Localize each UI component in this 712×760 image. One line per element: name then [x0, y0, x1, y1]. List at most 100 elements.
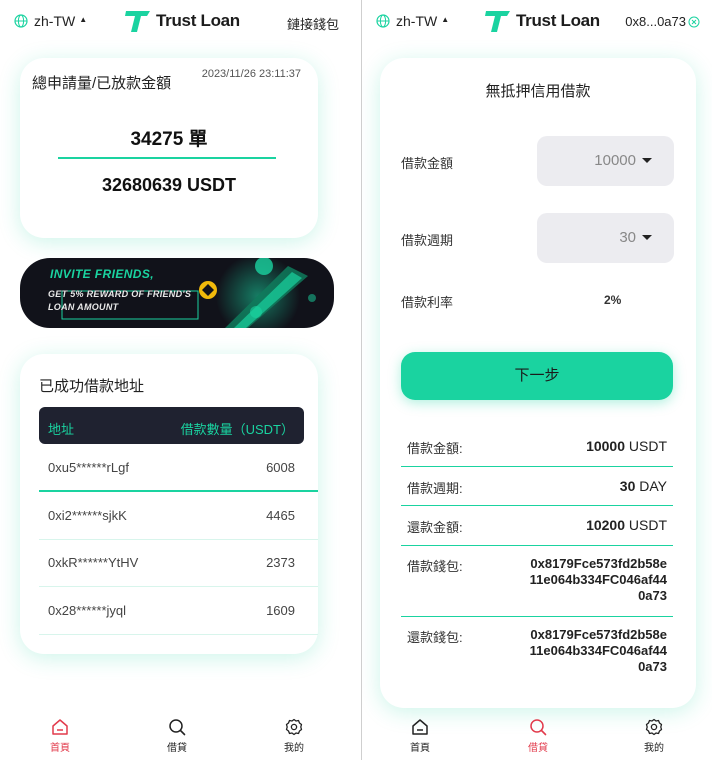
search-icon [169, 719, 186, 736]
language-selector[interactable]: zh-TW ▲ [14, 13, 87, 29]
logo-text: Trust Loan [516, 11, 600, 30]
interest-rate-label: 借款利率 [401, 295, 454, 310]
gear-icon [645, 718, 663, 736]
loan-form-card: 無抵押信用借款 借款金額 10000 借款週期 30 借款利率 2% 下一步 借… [380, 58, 696, 708]
banner-subtext-line2: LOAN AMOUNT [48, 302, 119, 312]
home-icon [52, 719, 68, 735]
borrowers-title: 已成功借款地址 [39, 378, 145, 395]
summary-row-amount: 借款金額: 10000 USDT [401, 438, 673, 467]
borrow-wallet-label: 借款錢包: [407, 559, 463, 574]
borrowers-card: 已成功借款地址 地址 借款數量（USDT） 0xu5******rLgf 600… [20, 354, 318, 654]
table-row: 0x28******jyql 1609 [39, 587, 318, 635]
banner-subtext: GET 5% REWARD OF FRIEND'S LOAN AMOUNT [48, 288, 191, 314]
logo-mark-icon [125, 11, 150, 32]
total-loan-amount: 32680639 USDT [101, 175, 237, 195]
nav-loan[interactable]: 借貸 [508, 718, 568, 754]
loan-amount-select[interactable]: 10000 [537, 136, 674, 186]
next-step-button[interactable]: 下一步 [401, 352, 673, 400]
wallet-address: 0x8...0a73 [625, 14, 686, 29]
summary-repay-unit: USDT [625, 517, 667, 533]
stats-divider [58, 157, 276, 159]
row-address: 0x28******jyql [48, 603, 127, 618]
nav-profile[interactable]: 我的 [624, 718, 684, 754]
summary-divider [401, 505, 673, 506]
repay-wallet-label: 還款錢包: [407, 630, 463, 645]
table-row: 0xi2******sjkK 4465 [39, 492, 318, 540]
summary-amount-label: 借款金額: [407, 441, 463, 456]
row-address: 0xkR******YtHV [48, 555, 139, 570]
invite-banner[interactable]: INVITE FRIENDS, GET 5% REWARD OF FRIEND'… [20, 258, 334, 328]
brand-logo: Trust Loan [124, 8, 240, 34]
nav-home-label: 首頁 [410, 743, 430, 754]
row-amount: 2373 [266, 555, 295, 570]
wallet-address-button[interactable]: 0x8...0a73 [625, 14, 700, 29]
loan-amount-label: 借款金額 [401, 156, 454, 171]
top-bar: zh-TW ▲ Trust Loan 0x8...0a73 [362, 0, 712, 44]
summary-row-repay: 還款金額: 10200 USDT [401, 517, 673, 546]
nav-loan-label: 借貸 [528, 743, 548, 754]
loan-screen: zh-TW ▲ Trust Loan 0x8...0a73 無抵押信用借款 借款… [362, 0, 712, 760]
loan-form-title: 無抵押信用借款 [485, 83, 591, 100]
stats-card: 總申請量/已放款金額 2023/11/26 23:11:37 34275 單 3… [20, 58, 318, 238]
brand-logo: Trust Loan [484, 8, 600, 34]
repay-wallet-address: 0x8179Fce573fd2b58e11e064b334FC046af440a… [529, 627, 667, 674]
summary-divider [401, 466, 673, 467]
nav-loan[interactable]: 借貸 [147, 718, 207, 754]
logo-mark-icon [485, 11, 510, 32]
row-amount: 6008 [266, 460, 295, 475]
caret-up-icon: ▲ [441, 15, 450, 24]
stats-datetime: 2023/11/26 23:11:37 [201, 68, 301, 80]
column-amount: 借款數量（USDT） [180, 422, 294, 437]
stats-title: 總申請量/已放款金額 [32, 75, 172, 92]
caret-down-icon [642, 235, 652, 240]
bottom-nav: 首頁 借貸 我的 [0, 708, 361, 760]
caret-up-icon: ▲ [79, 15, 88, 24]
summary-repay-label: 還款金額: [407, 520, 463, 535]
summary-divider [401, 616, 673, 617]
language-label: zh-TW [396, 13, 438, 29]
nav-profile[interactable]: 我的 [264, 718, 324, 754]
top-bar: zh-TW ▲ Trust Loan 鏈接錢包 [0, 0, 361, 44]
borrowers-table-header: 地址 借款數量（USDT） [39, 407, 304, 444]
row-amount: 1609 [266, 603, 295, 618]
nav-home[interactable]: 首頁 [30, 718, 90, 754]
row-address: 0xi2******sjkK [48, 508, 127, 523]
loan-period-value: 30 [619, 229, 636, 246]
summary-repay-value: 10200 USDT [586, 517, 667, 533]
summary-period-value: 30 DAY [620, 478, 667, 494]
nav-loan-label: 借貸 [167, 743, 187, 754]
loan-period-select[interactable]: 30 [537, 213, 674, 263]
summary-period-label: 借款週期: [407, 481, 463, 496]
total-orders: 34275 單 [130, 129, 208, 150]
banner-headline: INVITE FRIENDS, [50, 267, 155, 281]
connect-wallet-button[interactable]: 鏈接錢包 [287, 14, 339, 33]
summary-amount-number: 10000 [586, 438, 625, 454]
row-amount: 4465 [266, 508, 295, 523]
table-row: 0xkR******YtHV 2373 [39, 539, 318, 587]
summary-row-repay-wallet: 還款錢包: 0x8179Fce573fd2b58e11e064b334FC046… [401, 627, 673, 687]
loan-period-label: 借款週期 [401, 233, 454, 248]
row-address: 0xu5******rLgf [48, 460, 129, 475]
summary-amount-value: 10000 USDT [586, 438, 667, 454]
column-address: 地址 [48, 422, 75, 437]
table-row: 0xu5******rLgf 6008 [39, 444, 318, 492]
language-label: zh-TW [34, 13, 76, 29]
row-divider [39, 634, 318, 635]
bottom-nav: 首頁 借貸 我的 [362, 708, 712, 760]
summary-row-borrow-wallet: 借款錢包: 0x8179Fce573fd2b58e11e064b334FC046… [401, 556, 673, 617]
search-icon [530, 719, 547, 736]
borrow-wallet-address: 0x8179Fce573fd2b58e11e064b334FC046af440a… [529, 556, 667, 603]
home-screen: zh-TW ▲ Trust Loan 鏈接錢包 總申請量/已放款金額 2023/… [0, 0, 361, 760]
globe-icon [14, 14, 28, 28]
banner-subtext-line1: GET 5% REWARD OF FRIEND'S [48, 289, 192, 299]
nav-profile-label: 我的 [284, 743, 304, 754]
summary-row-period: 借款週期: 30 DAY [401, 478, 673, 507]
nav-home[interactable]: 首頁 [390, 718, 450, 754]
language-selector[interactable]: zh-TW ▲ [376, 13, 449, 29]
nav-profile-label: 我的 [644, 743, 664, 754]
interest-rate-value: 2% [604, 293, 622, 307]
summary-period-unit: DAY [635, 478, 667, 494]
gear-icon [285, 718, 303, 736]
summary-divider [401, 545, 673, 546]
close-circle-icon[interactable] [688, 16, 700, 28]
